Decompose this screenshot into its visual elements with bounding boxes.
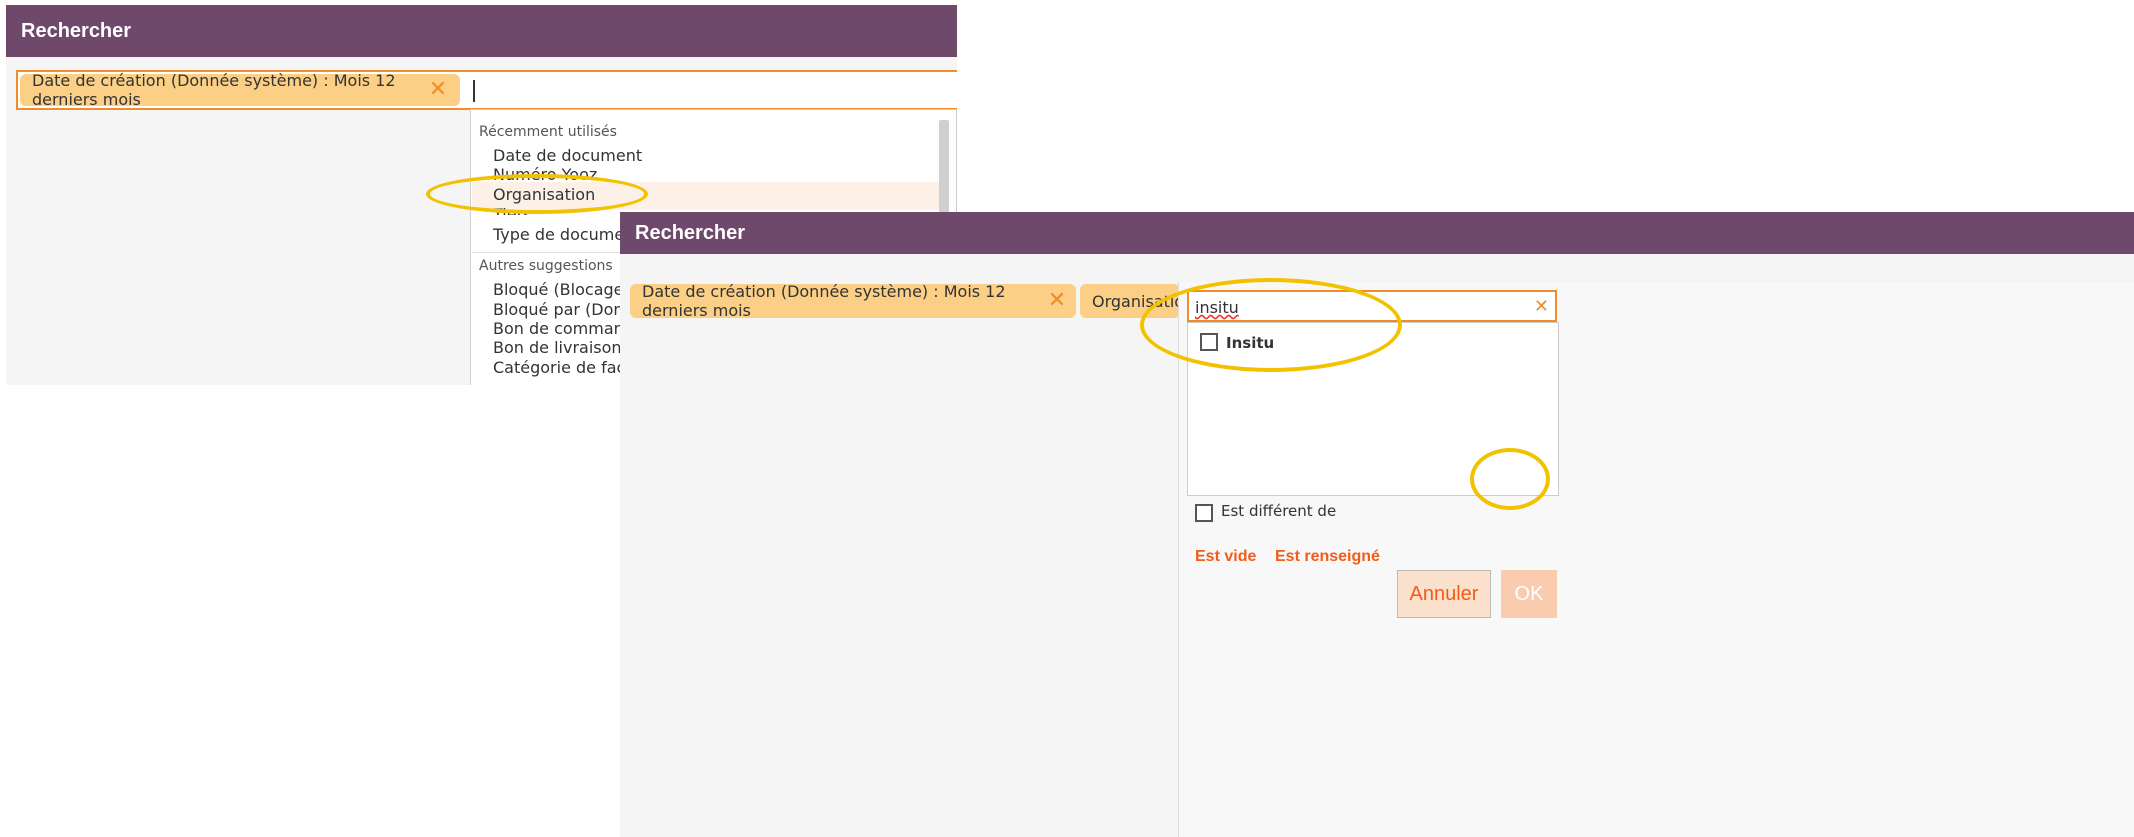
- dropdown-item[interactable]: Bloqué (Blocage): [493, 280, 630, 299]
- panel-title: Rechercher: [635, 221, 746, 244]
- clear-icon[interactable]: ✕: [1534, 296, 1549, 317]
- filter-chip-date[interactable]: Date de création (Donnée système) : Mois…: [20, 71, 460, 109]
- checkbox-not-equal[interactable]: [1195, 504, 1213, 522]
- not-equal-label: Est différent de: [1221, 502, 1337, 520]
- highlight-oval-organisation: [426, 174, 648, 214]
- search-bar[interactable]: Date de création (Donnée système) : Mois…: [16, 70, 957, 110]
- scrollbar[interactable]: [939, 120, 949, 215]
- filter-chip-date[interactable]: Date de création (Donnée système) : Mois…: [630, 282, 1076, 320]
- section-other: Autres suggestions: [479, 258, 613, 274]
- filter-chip-label: Date de création (Donnée système) : Mois…: [32, 71, 396, 109]
- section-recent: Récemment utilisés: [479, 124, 617, 140]
- panel-header: Rechercher: [6, 5, 957, 57]
- cancel-button[interactable]: Annuler: [1397, 570, 1491, 618]
- close-icon[interactable]: ✕: [1044, 288, 1070, 314]
- highlight-oval-search: [1140, 278, 1402, 372]
- highlight-oval-corner: [1470, 448, 1550, 510]
- panel-title: Rechercher: [21, 19, 132, 42]
- link-filled[interactable]: Est renseigné: [1275, 548, 1380, 566]
- link-empty[interactable]: Est vide: [1195, 548, 1256, 566]
- filter-chip-label: Date de création (Donnée système) : Mois…: [642, 282, 1006, 320]
- close-icon[interactable]: ✕: [425, 77, 451, 103]
- ok-button[interactable]: OK: [1501, 570, 1557, 618]
- dropdown-item[interactable]: Date de document: [493, 146, 642, 165]
- text-caret: [473, 80, 475, 102]
- dropdown-item[interactable]: Type de document: [493, 225, 641, 244]
- panel-header: Rechercher: [620, 212, 2134, 254]
